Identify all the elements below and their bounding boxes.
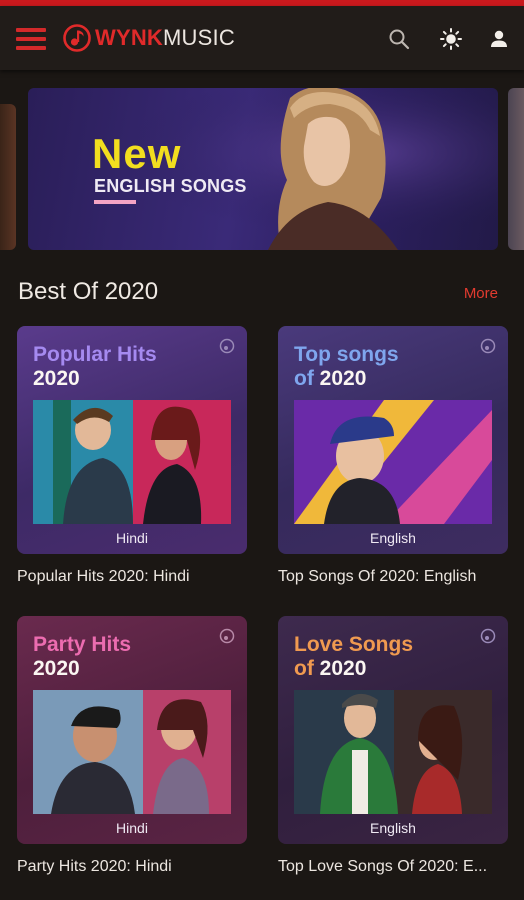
- more-link[interactable]: More: [464, 285, 498, 302]
- card-artwork: [33, 400, 231, 524]
- card-title-of: of: [294, 657, 314, 680]
- card-caption[interactable]: Popular Hits 2020: Hindi: [17, 568, 257, 586]
- wynk-badge-icon: [480, 628, 496, 644]
- wynk-badge-icon: [219, 338, 235, 354]
- card-artwork: [294, 400, 492, 524]
- card-caption[interactable]: Party Hits 2020: Hindi: [17, 858, 257, 876]
- app-header: WYNKMUSIC: [0, 6, 524, 70]
- logo-text: WYNKMUSIC: [95, 27, 235, 49]
- card-caption[interactable]: Top Love Songs Of 2020: E...: [278, 858, 518, 876]
- card-caption[interactable]: Top Songs Of 2020: English: [278, 568, 518, 586]
- card-title-line2: 2020: [33, 657, 80, 680]
- playlist-card-popular-hits[interactable]: Popular Hits 2020 Hindi: [17, 326, 247, 554]
- card-artwork: [294, 690, 492, 814]
- profile-icon[interactable]: [488, 28, 510, 50]
- playlist-card-love-songs[interactable]: Love Songs of 2020 English: [278, 616, 508, 844]
- card-language: Hindi: [116, 530, 148, 546]
- card-title-line2: of 2020: [294, 658, 366, 679]
- card-title-year: 2020: [319, 657, 367, 680]
- card-title-line1: Top songs: [294, 343, 399, 366]
- card-title-line1: Popular Hits: [33, 343, 157, 366]
- wynk-logo[interactable]: WYNKMUSIC: [62, 22, 235, 54]
- card-title-of: of: [294, 367, 314, 390]
- card-title-line1: Party Hits: [33, 633, 132, 656]
- menu-icon[interactable]: [16, 28, 46, 50]
- card-language: Hindi: [116, 820, 148, 836]
- card-title-line2: of 2020: [294, 368, 366, 389]
- section-title: Best Of 2020: [18, 278, 159, 305]
- featured-banner[interactable]: New ENGLISH SONGS: [28, 88, 498, 250]
- card-artwork: [33, 690, 231, 814]
- card-language: English: [370, 820, 416, 836]
- card-title-line2: 2020: [33, 367, 80, 390]
- card-title-year: 2020: [319, 367, 367, 390]
- playlist-card-top-songs[interactable]: Top songs of 2020 English: [278, 326, 508, 554]
- banner-subtitle: ENGLISH SONGS: [94, 176, 247, 196]
- logo-suffix-text: MUSIC: [163, 25, 235, 50]
- carousel-next-slide[interactable]: [508, 88, 524, 250]
- carousel-prev-slide[interactable]: [0, 104, 16, 250]
- card-language: English: [370, 530, 416, 546]
- card-title-line1: Love Songs: [294, 633, 414, 656]
- music-note-logo-icon: [63, 24, 91, 52]
- wynk-badge-icon: [480, 338, 496, 354]
- banner-underline: [94, 200, 136, 204]
- wynk-badge-icon: [219, 628, 235, 644]
- search-icon[interactable]: [388, 28, 410, 50]
- playlist-card-party-hits[interactable]: Party Hits 2020 Hindi: [17, 616, 247, 844]
- banner-title: New: [92, 130, 182, 177]
- logo-brand-text: WYNK: [95, 25, 164, 50]
- brightness-icon[interactable]: [440, 28, 462, 50]
